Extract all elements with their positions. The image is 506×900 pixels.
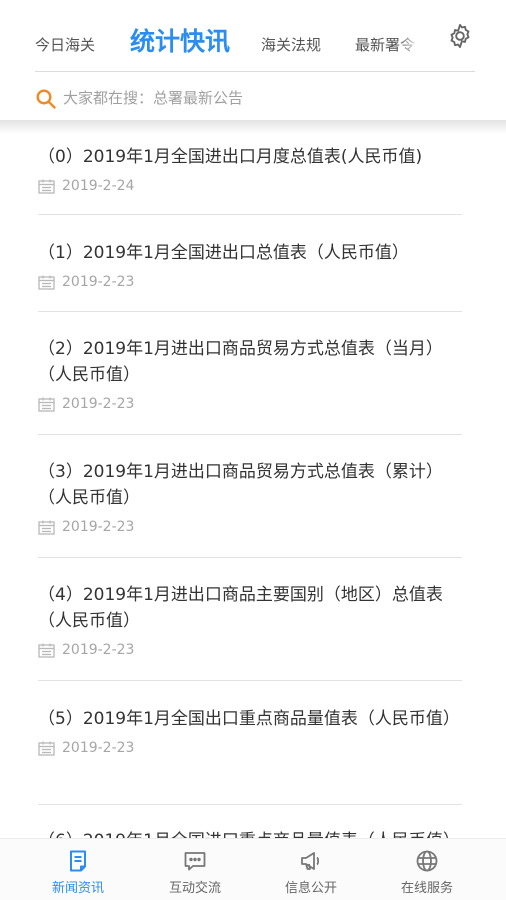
search-bar[interactable] (35, 82, 475, 114)
divider (35, 71, 475, 72)
news-date-text: 2019-2-24 (62, 178, 135, 194)
nav-label: 在线服务 (400, 881, 453, 896)
list-item[interactable]: （2）2019年1月进出口商品贸易方式总值表（当月）（人民币值） 2019-2-… (38, 336, 464, 414)
divider (38, 804, 462, 805)
news-title: （6）2019年1月全国进口重点商品量值表（人民币值） (38, 828, 464, 838)
calendar-icon (38, 643, 55, 658)
top-tab-bar: 今日海关 统计快讯 海关法规 最新署令 (0, 0, 506, 72)
news-date: 2019-2-23 (38, 394, 464, 414)
app: 今日海关 统计快讯 海关法规 最新署令 （0）2019年1月全国进出口月度总值表… (0, 0, 506, 900)
nav-info-disclosure[interactable]: 信息公开 (251, 839, 371, 900)
news-icon (70, 850, 86, 872)
news-date-text: 2019-2-23 (62, 740, 135, 756)
divider (38, 311, 462, 312)
tab-strip: 今日海关 统计快讯 海关法规 最新署令 (0, 0, 430, 72)
news-date-text: 2019-2-23 (62, 642, 135, 658)
tab-customs-regulations[interactable]: 海关法规 (261, 0, 321, 72)
divider (38, 557, 462, 558)
tab-today-customs[interactable]: 今日海关 (35, 0, 95, 72)
calendar-icon (38, 397, 55, 412)
news-title: （0）2019年1月全国进出口月度总值表(人民币值) (38, 147, 423, 167)
news-date: 2019-2-23 (38, 517, 464, 537)
calendar-icon (38, 179, 55, 194)
nav-news[interactable]: 新闻资讯 (18, 839, 138, 900)
news-date: 2019-2-23 (38, 738, 464, 758)
calendar-icon (38, 520, 55, 535)
news-date: 2019-2-23 (38, 272, 464, 292)
header-shadow (0, 120, 506, 134)
news-date-text: 2019-2-23 (62, 396, 135, 412)
news-date-text: 2019-2-23 (62, 274, 135, 290)
search-input[interactable] (63, 85, 463, 111)
news-title: （2）2019年1月进出口商品贸易方式总值表（当月）（人民币值） (38, 339, 443, 385)
bottom-nav: 新闻资讯 互动交流 信息公开 在线服务 (0, 838, 506, 900)
news-title: （1）2019年1月全国进出口总值表（人民币值） (38, 243, 409, 263)
list-item[interactable]: （0）2019年1月全国进出口月度总值表(人民币值) 2019-2-24 (38, 144, 464, 196)
nav-online-service[interactable]: 在线服务 (367, 839, 487, 900)
list-item[interactable]: （1）2019年1月全国进出口总值表（人民币值） 2019-2-23 (38, 240, 464, 292)
nav-interaction[interactable]: 互动交流 (135, 839, 255, 900)
nav-label: 互动交流 (168, 881, 221, 896)
news-title: （5）2019年1月全国出口重点商品量值表（人民币值） (38, 709, 460, 729)
divider (38, 434, 462, 435)
news-title: （3）2019年1月进出口商品贸易方式总值表（累计）（人民币值） (38, 462, 443, 508)
divider (38, 214, 462, 215)
news-date-text: 2019-2-23 (62, 519, 135, 535)
gear-icon[interactable] (446, 22, 474, 50)
globe-icon (416, 850, 438, 872)
search-icon (36, 89, 56, 109)
divider (38, 680, 462, 681)
list-item[interactable]: （4）2019年1月进出口商品主要国别（地区）总值表（人民币值） 2019-2-… (38, 582, 464, 660)
nav-label: 信息公开 (284, 881, 337, 896)
calendar-icon (38, 275, 55, 290)
list-item[interactable]: （3）2019年1月进出口商品贸易方式总值表（累计）（人民币值） 2019-2-… (38, 459, 464, 537)
tab-statistics-bulletin[interactable]: 统计快讯 (130, 0, 230, 72)
list-item[interactable]: （5）2019年1月全国出口重点商品量值表（人民币值） 2019-2-23 (38, 706, 464, 758)
news-list: （0）2019年1月全国进出口月度总值表(人民币值) 2019-2-24 （1）… (0, 134, 506, 838)
megaphone-icon (301, 852, 320, 870)
tab-fade (398, 30, 420, 60)
chat-icon (184, 852, 206, 871)
calendar-icon (38, 741, 55, 756)
list-item[interactable]: （6）2019年1月全国进口重点商品量值表（人民币值） (38, 828, 464, 838)
nav-label: 新闻资讯 (51, 881, 104, 896)
news-title: （4）2019年1月进出口商品主要国别（地区）总值表（人民币值） (38, 585, 443, 631)
news-date: 2019-2-24 (38, 176, 464, 196)
news-date: 2019-2-23 (38, 640, 464, 660)
